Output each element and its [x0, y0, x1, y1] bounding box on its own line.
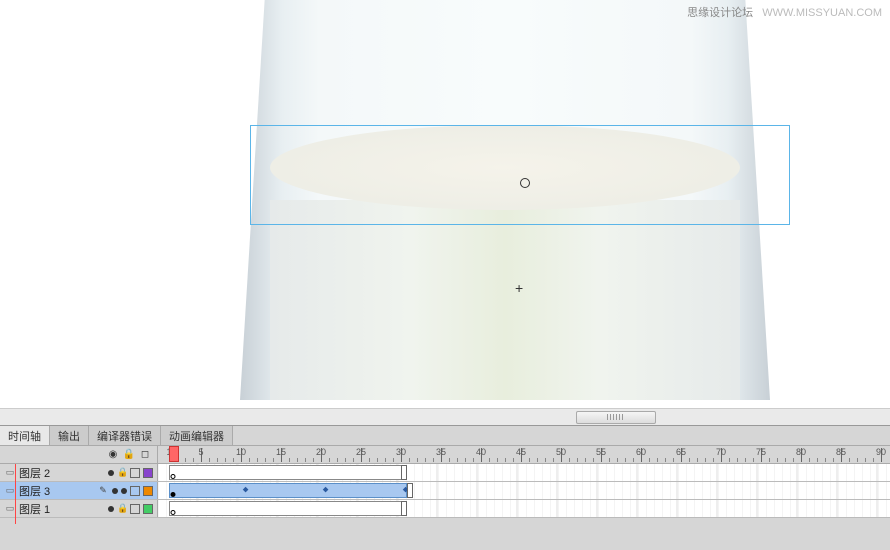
- frame-track[interactable]: [158, 464, 890, 481]
- motion-tween-span[interactable]: [169, 483, 407, 498]
- ruler-tick-label: 10: [236, 447, 246, 457]
- scrollbar-track[interactable]: [0, 410, 890, 425]
- frame-span[interactable]: [169, 465, 407, 480]
- pencil-edit-icon: ✎: [97, 485, 109, 496]
- layer-info[interactable]: ▭ 图层 3 ✎: [0, 482, 158, 499]
- scrollbar-thumb[interactable]: [576, 411, 656, 424]
- blank-keyframe-icon[interactable]: [171, 510, 176, 515]
- lock-header-icon[interactable]: 🔒: [123, 449, 135, 461]
- visibility-toggle[interactable]: [108, 470, 114, 476]
- layer-row[interactable]: ▭ 图层 3 ✎: [0, 482, 890, 500]
- layer-info[interactable]: ▭ 图层 2 🔒: [0, 464, 158, 481]
- ruler-tick-label: 25: [356, 447, 366, 457]
- tab-compiler-errors[interactable]: 编译器错误: [89, 426, 161, 445]
- watermark-url: WWW.MISSYUAN.COM: [762, 7, 882, 19]
- frame-end-marker[interactable]: [407, 483, 413, 498]
- visibility-toggle[interactable]: [108, 506, 114, 512]
- layer-name-label: 图层 3: [19, 483, 94, 499]
- timeline-panel: 时间轴 输出 编译器错误 动画编辑器 ◉ 🔒 ◻ 151015202530354…: [0, 425, 890, 550]
- layer-column-headers: ◉ 🔒 ◻: [0, 446, 158, 463]
- lock-toggle[interactable]: [121, 488, 127, 494]
- layer-row[interactable]: ▭ 图层 2 🔒: [0, 464, 890, 482]
- keyframe-icon[interactable]: [171, 492, 176, 497]
- watermark-site-name: 思缘设计论坛: [687, 7, 753, 19]
- panel-tab-bar: 时间轴 输出 编译器错误 动画编辑器: [0, 426, 890, 446]
- layer-type-icon: ▭: [4, 503, 16, 515]
- layer-color-swatch[interactable]: [143, 486, 153, 496]
- ruler-tick-label: 85: [836, 447, 846, 457]
- ruler-tick-label: 45: [516, 447, 526, 457]
- visibility-toggle[interactable]: [112, 488, 118, 494]
- layers-list: ▭ 图层 2 🔒 ▭ 图层 3 ✎: [0, 464, 890, 518]
- canvas-stage[interactable]: + 思缘设计论坛 WWW.MISSYUAN.COM: [0, 0, 890, 425]
- transform-origin-marker[interactable]: [520, 178, 530, 188]
- outline-toggle[interactable]: [130, 468, 140, 478]
- ruler-tick-label: 35: [436, 447, 446, 457]
- layer-type-icon: ▭: [4, 485, 16, 497]
- scrollbar-grip-icon: [607, 414, 625, 420]
- layer-name-label: 图层 2: [19, 465, 90, 481]
- frame-span[interactable]: [169, 501, 407, 516]
- frame-track[interactable]: [158, 482, 890, 499]
- layer-color-swatch[interactable]: [143, 468, 153, 478]
- ruler-tick-label: 65: [676, 447, 686, 457]
- ruler-tick-label: 80: [796, 447, 806, 457]
- outline-header-icon[interactable]: ◻: [139, 449, 151, 461]
- ruler-tick-label: 50: [556, 447, 566, 457]
- ruler-tick-label: 40: [476, 447, 486, 457]
- frame-end-marker[interactable]: [401, 501, 407, 516]
- ruler-tick-label: 70: [716, 447, 726, 457]
- frame-track[interactable]: [158, 500, 890, 517]
- layer-info[interactable]: ▭ 图层 1 🔒: [0, 500, 158, 517]
- lock-toggle[interactable]: 🔒: [117, 503, 127, 514]
- glass-artwork: [240, 0, 770, 400]
- ruler-tick-label: 20: [316, 447, 326, 457]
- outline-toggle[interactable]: [130, 486, 140, 496]
- ruler-tick-label: 15: [276, 447, 286, 457]
- ruler-tick-label: 90: [876, 447, 886, 457]
- ruler-tick-label: 75: [756, 447, 766, 457]
- watermark-text: 思缘设计论坛 WWW.MISSYUAN.COM: [687, 4, 882, 20]
- lock-toggle[interactable]: 🔒: [117, 467, 127, 478]
- tab-output[interactable]: 输出: [50, 426, 89, 445]
- playhead-marker[interactable]: [169, 446, 179, 462]
- outline-toggle[interactable]: [130, 504, 140, 514]
- ruler-tick-label: 30: [396, 447, 406, 457]
- ruler-tick-label: 60: [636, 447, 646, 457]
- layer-name-label: 图层 1: [19, 501, 90, 517]
- frame-ruler[interactable]: 151015202530354045505560657075808590: [158, 446, 890, 463]
- frame-end-marker[interactable]: [401, 465, 407, 480]
- tab-timeline[interactable]: 时间轴: [0, 426, 50, 445]
- tab-motion-editor[interactable]: 动画编辑器: [161, 426, 233, 445]
- blank-keyframe-icon[interactable]: [171, 474, 176, 479]
- liquid-fill: [270, 200, 740, 400]
- layer-color-swatch[interactable]: [143, 504, 153, 514]
- layer-row[interactable]: ▭ 图层 1 🔒: [0, 500, 890, 518]
- visibility-header-icon[interactable]: ◉: [107, 449, 119, 461]
- registration-crosshair: +: [515, 280, 523, 296]
- layer-type-icon: ▭: [4, 467, 16, 479]
- horizontal-scrollbar[interactable]: [0, 408, 890, 425]
- timeline-header-row: ◉ 🔒 ◻ 1510152025303540455055606570758085…: [0, 446, 890, 464]
- ruler-tick-label: 55: [596, 447, 606, 457]
- liquid-surface-ellipse: [270, 125, 740, 210]
- ruler-tick-label: 5: [198, 447, 203, 457]
